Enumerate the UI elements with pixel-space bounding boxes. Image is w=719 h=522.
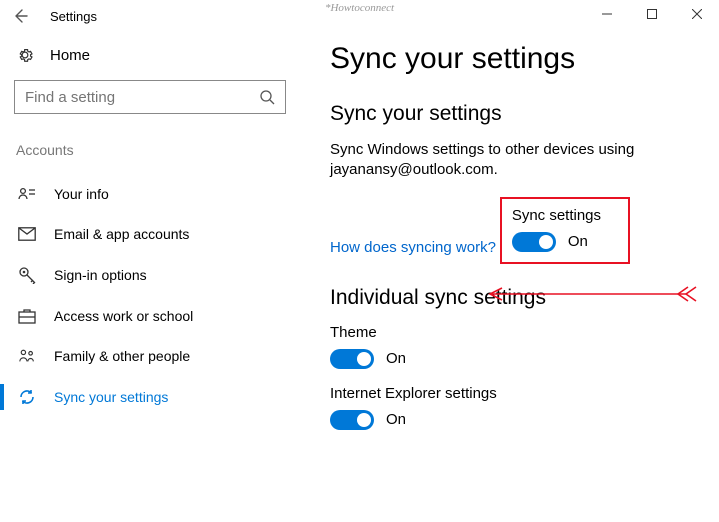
toggle-state: On [386,350,406,367]
people-icon [18,348,36,364]
sync-settings-label: Sync settings [512,207,618,224]
title-bar: Settings *Howtoconnect [0,0,719,32]
sidebar: Home Accounts Your info Email & app acco… [0,32,300,522]
sidebar-item-label: Access work or school [54,308,193,324]
page-title: Sync your settings [330,42,699,76]
search-icon [259,89,275,105]
sidebar-item-label: Email & app accounts [54,226,189,242]
toggle-state: On [568,233,588,250]
sub-title: Sync your settings [330,102,699,126]
back-button[interactable] [0,0,40,32]
sidebar-item-family[interactable]: Family & other people [14,336,286,376]
window-controls [584,0,719,28]
highlight-annotation: Sync settings On [500,197,630,264]
sync-icon [18,388,36,406]
sidebar-item-label: Your info [54,186,109,202]
window-title: Settings [50,9,97,24]
sidebar-item-label: Family & other people [54,348,190,364]
theme-label: Theme [330,324,699,341]
home-label: Home [50,47,90,64]
theme-toggle[interactable] [330,349,374,369]
sidebar-item-your-info[interactable]: Your info [14,174,286,214]
maximize-button[interactable] [629,0,674,28]
watermark: *Howtoconnect [325,2,394,14]
ie-label: Internet Explorer settings [330,385,699,402]
sidebar-item-label: Sync your settings [54,389,168,405]
sync-settings-toggle[interactable] [512,232,556,252]
sidebar-item-email[interactable]: Email & app accounts [14,214,286,254]
search-box[interactable] [14,80,286,114]
minimize-button[interactable] [584,0,629,28]
home-button[interactable]: Home [14,38,286,80]
gear-icon [16,46,34,64]
main-panel: Sync your settings Sync your settings Sy… [300,32,719,522]
sidebar-item-work[interactable]: Access work or school [14,296,286,336]
close-icon [692,9,702,19]
briefcase-icon [18,308,36,324]
ie-toggle[interactable] [330,410,374,430]
key-icon [18,266,36,284]
sidebar-item-sync[interactable]: Sync your settings [14,376,286,418]
mail-icon [18,227,36,241]
close-button[interactable] [674,0,719,28]
toggle-state: On [386,411,406,428]
sidebar-item-label: Sign-in options [54,267,147,283]
sidebar-item-signin[interactable]: Sign-in options [14,254,286,296]
section-label: Accounts [14,142,286,158]
search-input[interactable] [25,89,259,106]
description: Sync Windows settings to other devices u… [330,140,699,181]
how-sync-works-link[interactable]: How does syncing work? [330,239,496,256]
maximize-icon [647,9,657,19]
back-arrow-icon [12,8,28,24]
individual-title: Individual sync settings [330,286,699,310]
minimize-icon [602,9,612,19]
person-card-icon [18,186,36,202]
